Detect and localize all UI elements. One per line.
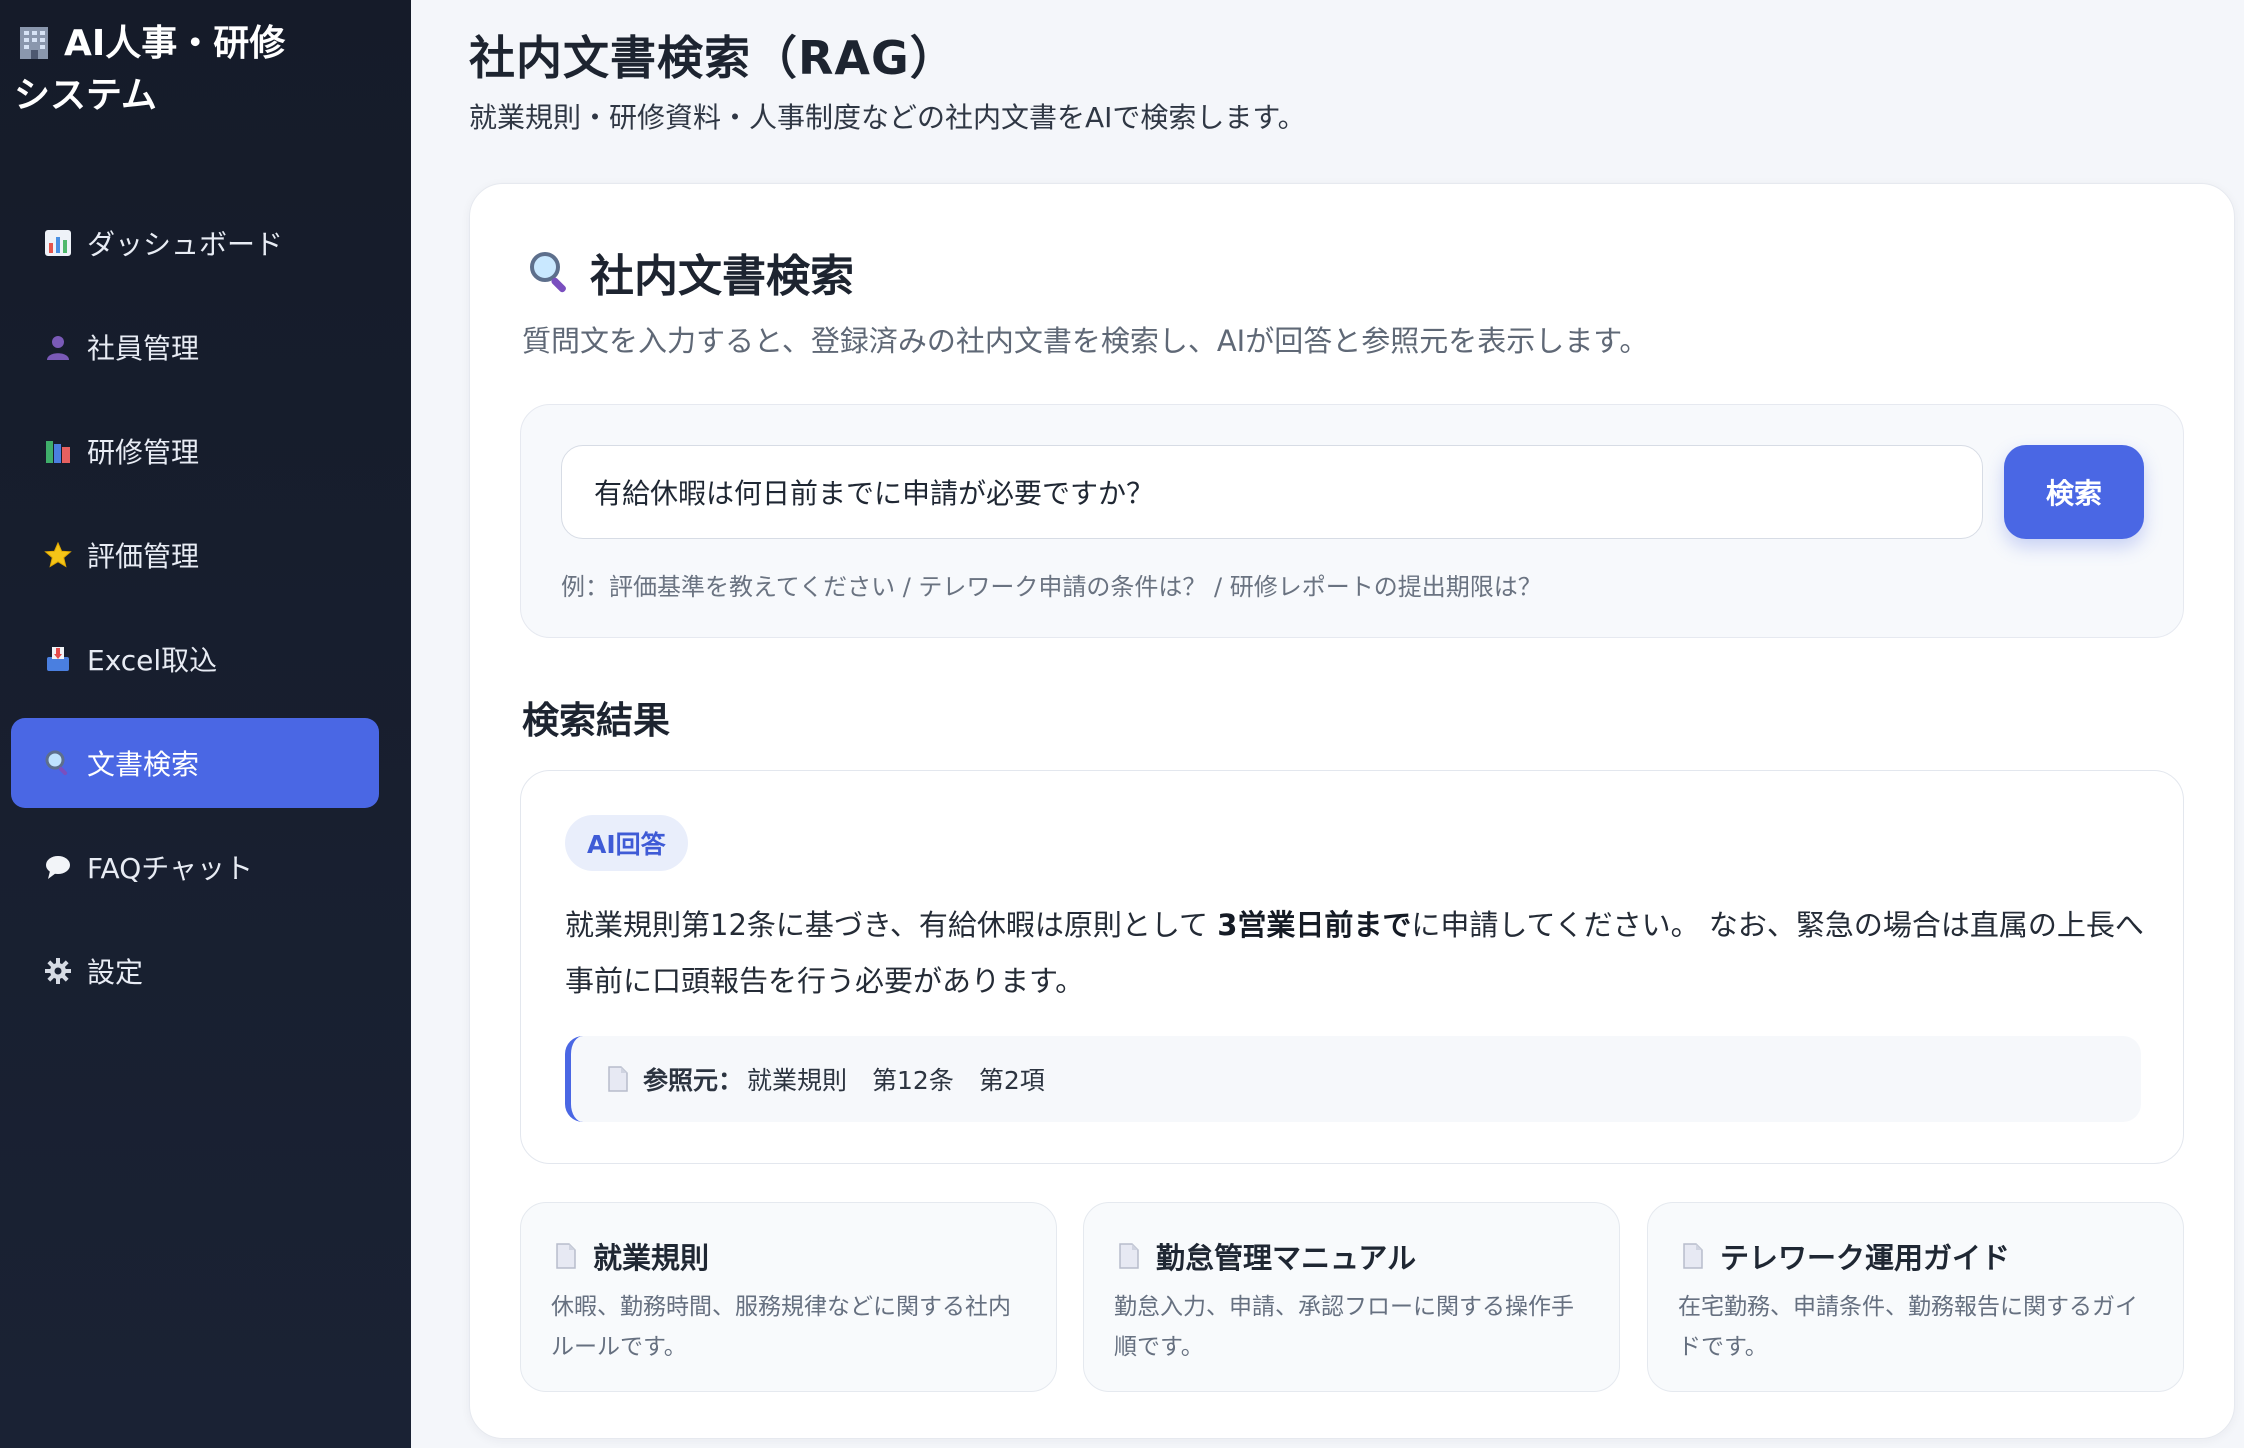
- reference-value: 就業規則 第12条 第2項: [747, 1066, 1045, 1095]
- answer-text: 就業規則第12条に基づき、有給休暇は原則として 3営業日前までに申請してください…: [565, 897, 2155, 1009]
- brand: AI人事・研修 システム: [14, 18, 394, 122]
- sidebar-item-document-search[interactable]: 文書検索: [11, 718, 379, 808]
- document-icon: [608, 1066, 628, 1092]
- sidebar-item-label: Excel取込: [87, 644, 218, 677]
- results-title: 検索結果: [522, 699, 670, 742]
- card-title: 社内文書検索: [526, 240, 854, 304]
- sidebar: AI人事・研修 システム ダッシュボード 社員管理 研修管理 評価管理 Exce…: [0, 0, 411, 1448]
- office-building-icon: [20, 27, 48, 59]
- gear-icon: [43, 956, 73, 986]
- document-card[interactable]: 勤怠管理マニュアル 勤怠入力、申請、承認フローに関する操作手順です。: [1083, 1202, 1620, 1392]
- document-title-text: テレワーク運用ガイド: [1720, 1241, 2011, 1275]
- reference-label: 参照元：: [643, 1066, 744, 1095]
- document-card-title: テレワーク運用ガイド: [1682, 1235, 2010, 1277]
- sidebar-item-settings[interactable]: 設定: [11, 926, 379, 1016]
- sidebar-item-evaluation[interactable]: 評価管理: [11, 510, 379, 600]
- document-title-text: 勤怠管理マニュアル: [1156, 1241, 1417, 1275]
- sidebar-item-training[interactable]: 研修管理: [11, 406, 379, 496]
- sidebar-item-label: 社員管理: [87, 332, 200, 365]
- sidebar-item-faq-chat[interactable]: FAQチャット: [11, 822, 379, 912]
- ai-answer-badge: AI回答: [565, 815, 688, 871]
- sidebar-item-label: 設定: [87, 956, 144, 989]
- sidebar-item-employees[interactable]: 社員管理: [11, 302, 379, 392]
- sidebar-item-label: 文書検索: [87, 748, 200, 781]
- document-card-description: 在宅勤務、申請条件、勤務報告に関するガイドです。: [1678, 1294, 2138, 1360]
- card-title-text: 社内文書検索: [590, 251, 854, 302]
- brand-line1: AI人事・研修: [64, 23, 286, 64]
- page-subtitle: 就業規則・研修資料・人事制度などの社内文書をAIで検索します。: [469, 101, 1306, 134]
- answer-text-part: 就業規則第12条に基づき、有給休暇は原則として: [565, 908, 1218, 942]
- document-icon: [1119, 1243, 1139, 1269]
- reference-source: 参照元： 就業規則 第12条 第2項: [565, 1036, 2141, 1122]
- sidebar-item-label: 評価管理: [87, 540, 200, 573]
- search-button[interactable]: 検索: [2004, 445, 2144, 539]
- document-card[interactable]: 就業規則 休暇、勤務時間、服務規律などに関する社内ルールです。: [520, 1202, 1057, 1392]
- document-card-title: 就業規則: [555, 1235, 709, 1277]
- document-card-title: 勤怠管理マニュアル: [1118, 1235, 1416, 1277]
- answer-highlight: 3営業日前まで: [1217, 908, 1412, 942]
- ai-answer-card: AI回答 就業規則第12条に基づき、有給休暇は原則として 3営業日前までに申請し…: [520, 770, 2184, 1164]
- sidebar-item-label: 研修管理: [87, 436, 200, 469]
- search-hint: 例：評価基準を教えてください / テレワーク申請の条件は？ / 研修レポートの提…: [561, 573, 1542, 601]
- document-cards: 就業規則 休暇、勤務時間、服務規律などに関する社内ルールです。 勤怠管理マニュア…: [520, 1202, 2184, 1392]
- main-content: 社内文書検索（RAG） 就業規則・研修資料・人事制度などの社内文書をAIで検索し…: [411, 0, 2244, 1448]
- card-description: 質問文を入力すると、登録済みの社内文書を検索し、AIが回答と参照元を表示します。: [522, 324, 1649, 358]
- person-icon: [43, 332, 73, 362]
- search-input[interactable]: [561, 445, 1983, 539]
- sidebar-item-label: FAQチャット: [87, 852, 253, 885]
- speech-bubble-icon: [43, 852, 73, 882]
- books-icon: [43, 436, 73, 466]
- search-card: 社内文書検索 質問文を入力すると、登録済みの社内文書を検索し、AIが回答と参照元…: [469, 183, 2235, 1439]
- document-title-text: 就業規則: [593, 1241, 710, 1275]
- document-card-description: 勤怠入力、申請、承認フローに関する操作手順です。: [1114, 1294, 1574, 1360]
- app-window: AI人事・研修 システム ダッシュボード 社員管理 研修管理 評価管理 Exce…: [0, 0, 2244, 1448]
- document-icon: [556, 1243, 576, 1269]
- search-panel: 検索 例：評価基準を教えてください / テレワーク申請の条件は？ / 研修レポー…: [520, 404, 2184, 638]
- document-card-description: 休暇、勤務時間、服務規律などに関する社内ルールです。: [551, 1294, 1011, 1360]
- page-title: 社内文書検索（RAG）: [469, 31, 957, 85]
- magnifier-icon: [530, 252, 566, 293]
- magnifier-icon: [43, 748, 73, 778]
- sidebar-item-dashboard[interactable]: ダッシュボード: [11, 198, 379, 288]
- brand-line2: システム: [14, 75, 157, 116]
- star-icon: [43, 540, 73, 570]
- sidebar-item-excel-import[interactable]: Excel取込: [11, 614, 379, 704]
- bar-chart-icon: [43, 228, 73, 258]
- document-card[interactable]: テレワーク運用ガイド 在宅勤務、申請条件、勤務報告に関するガイドです。: [1647, 1202, 2184, 1392]
- sidebar-item-label: ダッシュボード: [87, 228, 284, 261]
- sidebar-nav: ダッシュボード 社員管理 研修管理 評価管理 Excel取込 文書検索 FAQチ…: [11, 198, 379, 1030]
- inbox-tray-icon: [43, 644, 73, 674]
- document-icon: [1683, 1243, 1703, 1269]
